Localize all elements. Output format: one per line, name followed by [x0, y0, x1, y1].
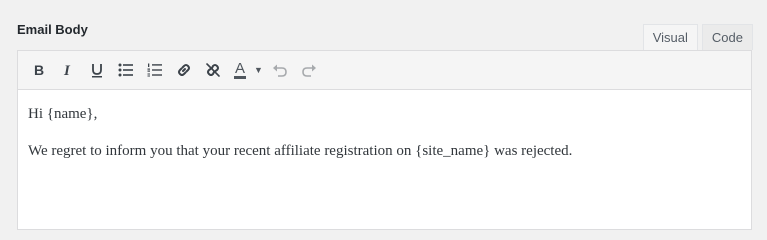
text-color-button[interactable]: A ▼: [227, 56, 265, 85]
svg-text:I: I: [63, 63, 71, 77]
bold-icon: B: [32, 63, 46, 77]
insert-link-button[interactable]: [169, 56, 198, 85]
editor-content[interactable]: Hi {name}, We regret to inform you that …: [18, 90, 751, 161]
redo-icon: [301, 63, 317, 77]
remove-link-button[interactable]: [198, 56, 227, 85]
editor-tabs: Visual Code: [639, 24, 753, 51]
link-icon: [176, 62, 192, 78]
underline-button[interactable]: [82, 56, 111, 85]
italic-button[interactable]: I: [53, 56, 82, 85]
numbered-list-button[interactable]: [140, 56, 169, 85]
numbered-list-icon: [147, 63, 163, 77]
tab-visual[interactable]: Visual: [642, 24, 698, 51]
redo-button[interactable]: [294, 56, 323, 85]
chevron-down-icon[interactable]: ▼: [254, 65, 263, 75]
content-paragraph: Hi {name},: [28, 106, 98, 122]
italic-icon: I: [61, 63, 75, 77]
editor-toolbar: B I A ▼: [18, 51, 751, 90]
bulleted-list-icon: [118, 63, 134, 77]
bulleted-list-button[interactable]: [111, 56, 140, 85]
text-color-icon: A: [234, 59, 247, 79]
rich-text-editor: B I A ▼ Hi {name}, We regret to inform y…: [17, 50, 752, 230]
undo-icon: [272, 63, 288, 77]
tab-code[interactable]: Code: [701, 24, 753, 50]
content-paragraph: We regret to inform you that your recent…: [28, 143, 573, 159]
bold-button[interactable]: B: [24, 56, 53, 85]
unlink-icon: [205, 62, 221, 78]
underline-icon: [90, 62, 104, 78]
svg-text:B: B: [34, 63, 44, 77]
field-label: Email Body: [17, 22, 88, 37]
undo-button[interactable]: [265, 56, 294, 85]
